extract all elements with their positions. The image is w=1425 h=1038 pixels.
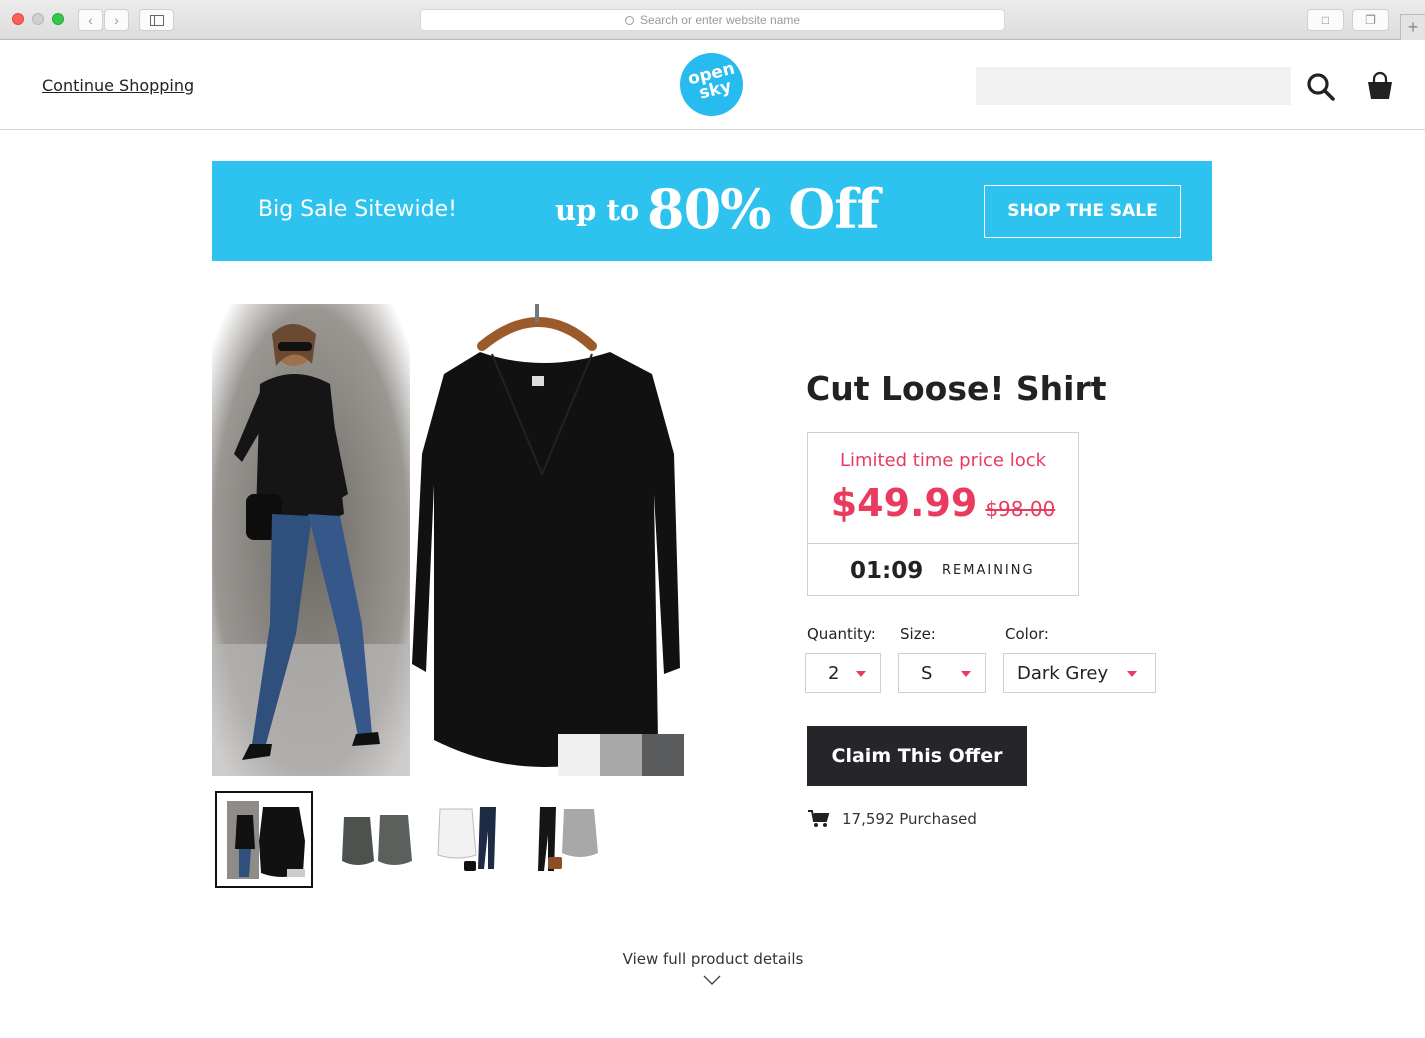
thumbnail-image [342, 815, 412, 865]
purchased-count: 17,592 Purchased [842, 810, 977, 828]
chevron-down-icon [961, 671, 971, 677]
address-placeholder: Search or enter website name [639, 13, 801, 27]
product-photo [212, 304, 684, 776]
size-select[interactable]: S [898, 653, 986, 693]
quantity-select[interactable]: 2 [805, 653, 881, 693]
price-box: Limited time price lock $49.99 $98.00 01:… [807, 432, 1079, 596]
color-select[interactable]: Dark Grey [1003, 653, 1156, 693]
chevron-down-icon [856, 671, 866, 677]
minimize-window-button[interactable] [32, 13, 44, 25]
price-row: $49.99 $98.00 [808, 481, 1078, 525]
price-lock-label: Limited time price lock [839, 450, 1047, 471]
address-bar[interactable]: Search or enter website name [420, 9, 1005, 31]
share-icon: □ [1321, 13, 1330, 27]
back-button[interactable]: ‹ [78, 9, 103, 31]
banner-headline: Big Sale Sitewide! [258, 197, 457, 222]
size-label: Size: [900, 625, 936, 643]
site-header: Continue Shopping open sky [0, 40, 1425, 130]
remaining-label: REMAINING [942, 563, 1035, 578]
product-title: Cut Loose! Shirt [806, 369, 1107, 408]
browser-toolbar: ‹ › Search or enter website name □ ❐ + [0, 0, 1425, 40]
claim-offer-button[interactable]: Claim This Offer [807, 726, 1027, 786]
price-section: Limited time price lock $49.99 $98.00 [808, 433, 1078, 544]
color-value: Dark Grey [1017, 663, 1109, 684]
size-value: S [921, 663, 933, 684]
share-button[interactable]: □ [1307, 9, 1344, 31]
thumbnail-3[interactable] [428, 791, 526, 888]
main-product-image[interactable] [212, 304, 684, 776]
view-full-details-link[interactable]: View full product details [563, 950, 863, 968]
site-search-input[interactable] [976, 67, 1291, 105]
chevron-right-icon: › [114, 12, 119, 28]
chevron-down-icon [1127, 671, 1137, 677]
thumbnail-image [538, 807, 598, 871]
thumbnail-4[interactable] [526, 791, 624, 888]
plus-icon: + [1407, 17, 1419, 37]
thumbnail-image [437, 807, 496, 871]
continue-shopping-link[interactable]: Continue Shopping [42, 76, 194, 95]
chevron-down-icon[interactable] [703, 974, 721, 986]
tabs-icon: ❐ [1365, 13, 1376, 27]
countdown-timer: 01:09 [850, 558, 924, 584]
zoom-window-button[interactable] [52, 13, 64, 25]
opensky-logo[interactable]: open sky [680, 53, 743, 116]
close-window-button[interactable] [12, 13, 24, 25]
sidebar-icon [150, 15, 164, 26]
new-tab-button[interactable]: + [1400, 14, 1425, 40]
thumbnail-1[interactable] [215, 791, 313, 888]
search-icon[interactable] [1306, 72, 1336, 102]
forward-button[interactable]: › [104, 9, 129, 31]
sidebar-toggle-button[interactable] [139, 9, 174, 31]
thumbnail-2[interactable] [330, 791, 428, 888]
color-label: Color: [1005, 625, 1049, 643]
sale-banner: Big Sale Sitewide! up to 80% Off SHOP TH… [212, 161, 1212, 261]
shopping-bag-icon[interactable] [1365, 71, 1395, 101]
shop-the-sale-button[interactable]: SHOP THE SALE [984, 185, 1181, 238]
sale-price: $49.99 [830, 481, 978, 525]
original-price: $98.00 [985, 497, 1056, 521]
thumbnail-image [227, 801, 305, 879]
quantity-value: 2 [828, 663, 840, 684]
banner-discount: 80% Off [647, 177, 880, 241]
search-icon [624, 16, 634, 25]
chevron-left-icon: ‹ [88, 12, 93, 28]
quantity-label: Quantity: [807, 625, 876, 643]
banner-up-to: up to [555, 193, 640, 227]
show-tabs-button[interactable]: ❐ [1352, 9, 1389, 31]
cart-icon [808, 810, 830, 827]
